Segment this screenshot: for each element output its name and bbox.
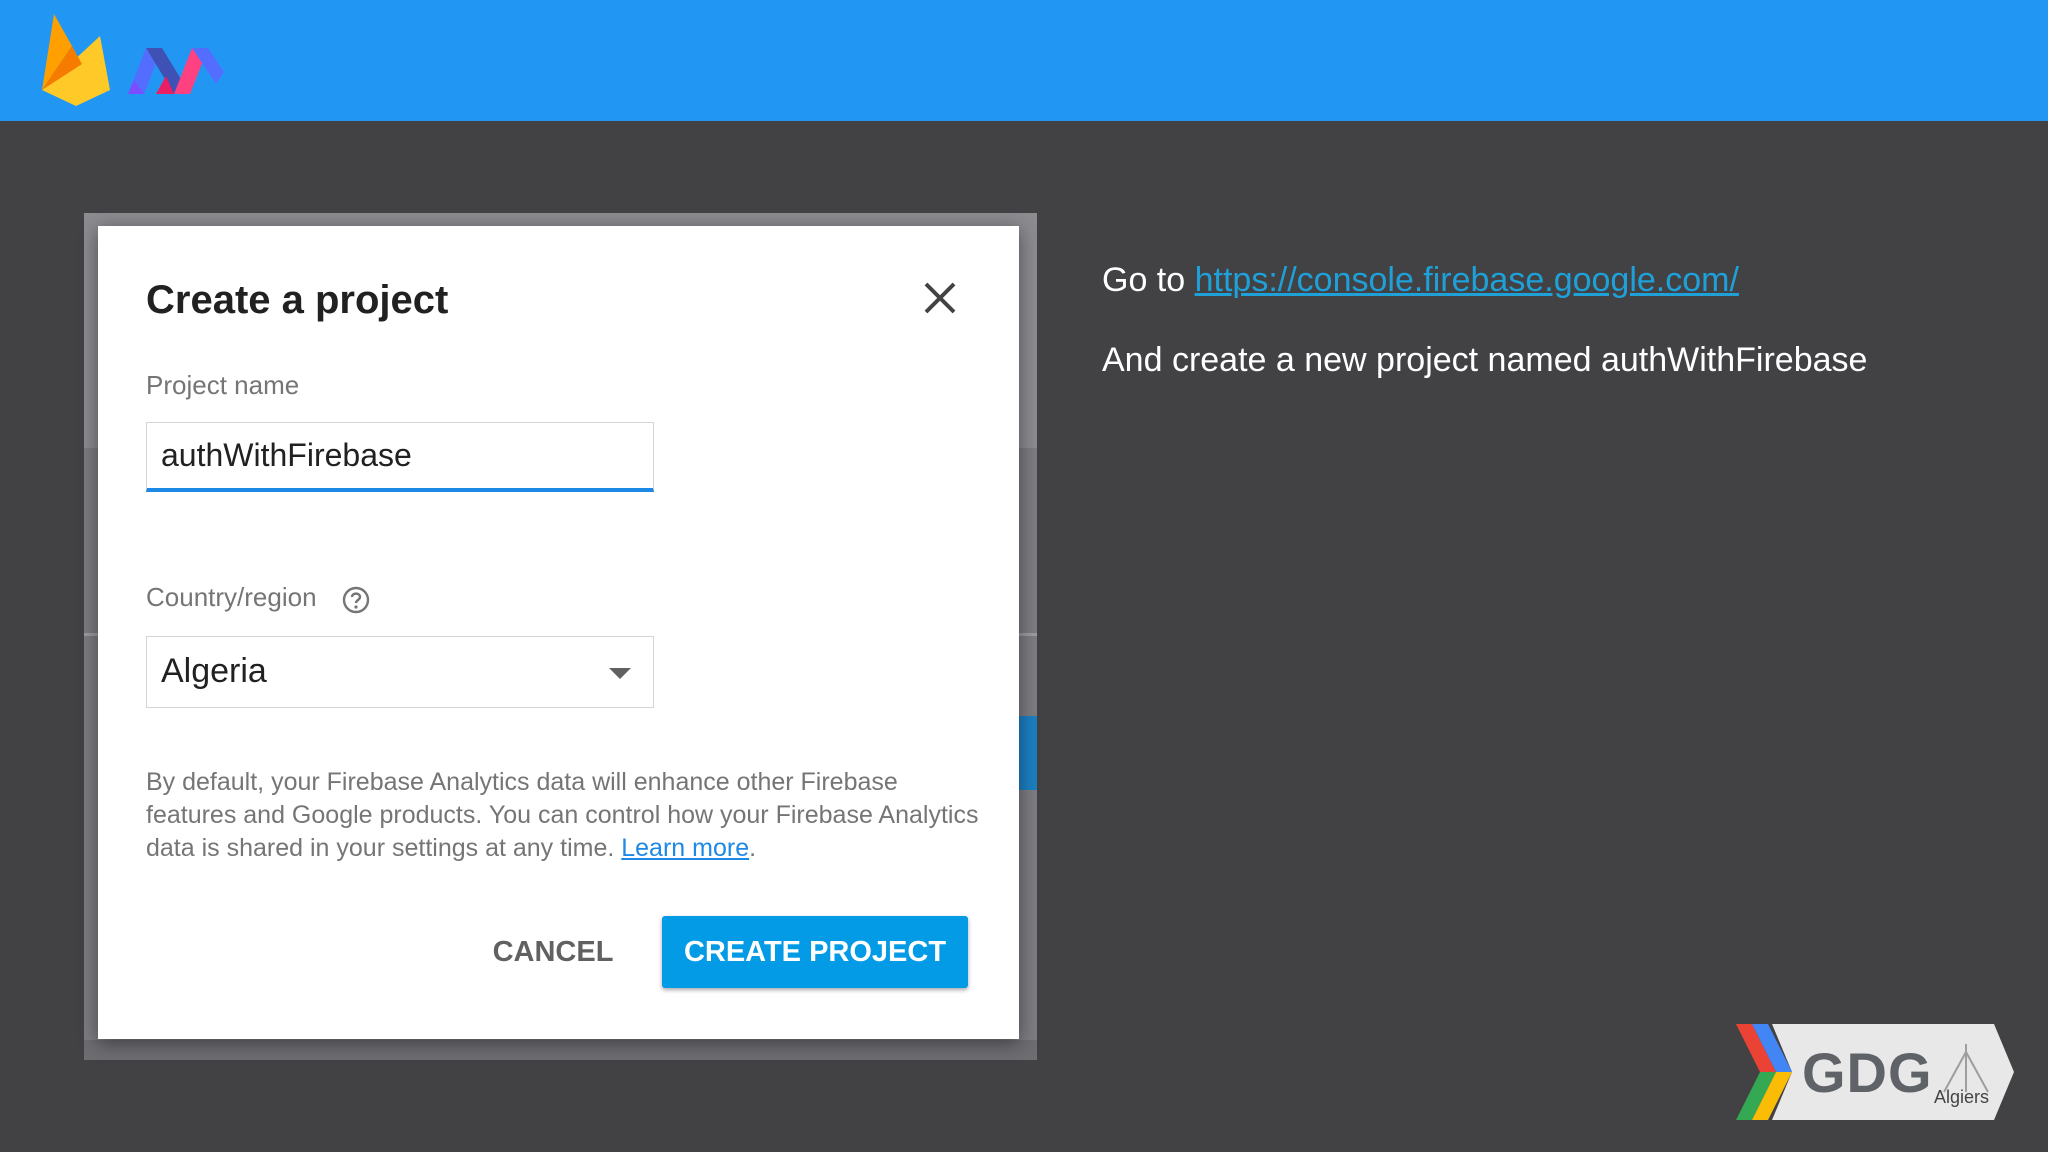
country-select[interactable]: Algeria <box>146 636 654 708</box>
gdg-text: GDG <box>1802 1041 1933 1104</box>
header-bar <box>0 0 2048 121</box>
chevron-down-icon <box>609 668 631 679</box>
instruction-line-1: Go to https://console.firebase.google.co… <box>1102 261 1739 300</box>
background-footer <box>84 1040 1037 1060</box>
firebase-logo <box>42 14 110 106</box>
instruction-line-2: And create a new project named authWithF… <box>1102 341 1868 379</box>
dialog-title: Create a project <box>146 278 449 322</box>
help-icon[interactable] <box>341 585 371 615</box>
firebase-console-link[interactable]: https://console.firebase.google.com/ <box>1195 261 1739 299</box>
country-selected-value: Algeria <box>161 652 267 690</box>
cancel-button[interactable]: CANCEL <box>478 916 628 988</box>
disclaimer-text: By default, your Firebase Analytics data… <box>146 768 979 862</box>
polymer-logo <box>128 48 224 94</box>
analytics-disclaimer: By default, your Firebase Analytics data… <box>146 766 986 865</box>
instruction-prefix: Go to <box>1102 261 1195 299</box>
learn-more-link[interactable]: Learn more <box>621 834 749 862</box>
country-region-label: Country/region <box>146 582 317 612</box>
project-name-label: Project name <box>146 370 300 400</box>
create-project-button[interactable]: CREATE PROJECT <box>662 916 968 988</box>
gdg-chapter: Algiers <box>1934 1087 1990 1107</box>
create-project-dialog: Create a project Project name Country/re… <box>98 226 1019 1039</box>
background-button-edge <box>1017 716 1037 790</box>
project-name-input[interactable] <box>146 422 654 492</box>
disclaimer-end: . <box>749 834 757 862</box>
close-icon[interactable] <box>920 278 960 318</box>
